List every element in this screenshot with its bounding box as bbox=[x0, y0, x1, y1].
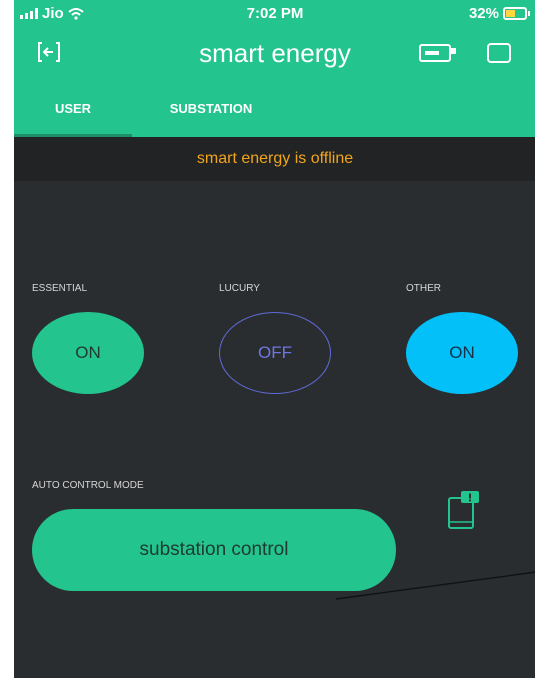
connector-line bbox=[335, 571, 535, 600]
app-screen: Jio 7:02 PM 32% smart energy USER SUBSTA… bbox=[14, 0, 535, 678]
